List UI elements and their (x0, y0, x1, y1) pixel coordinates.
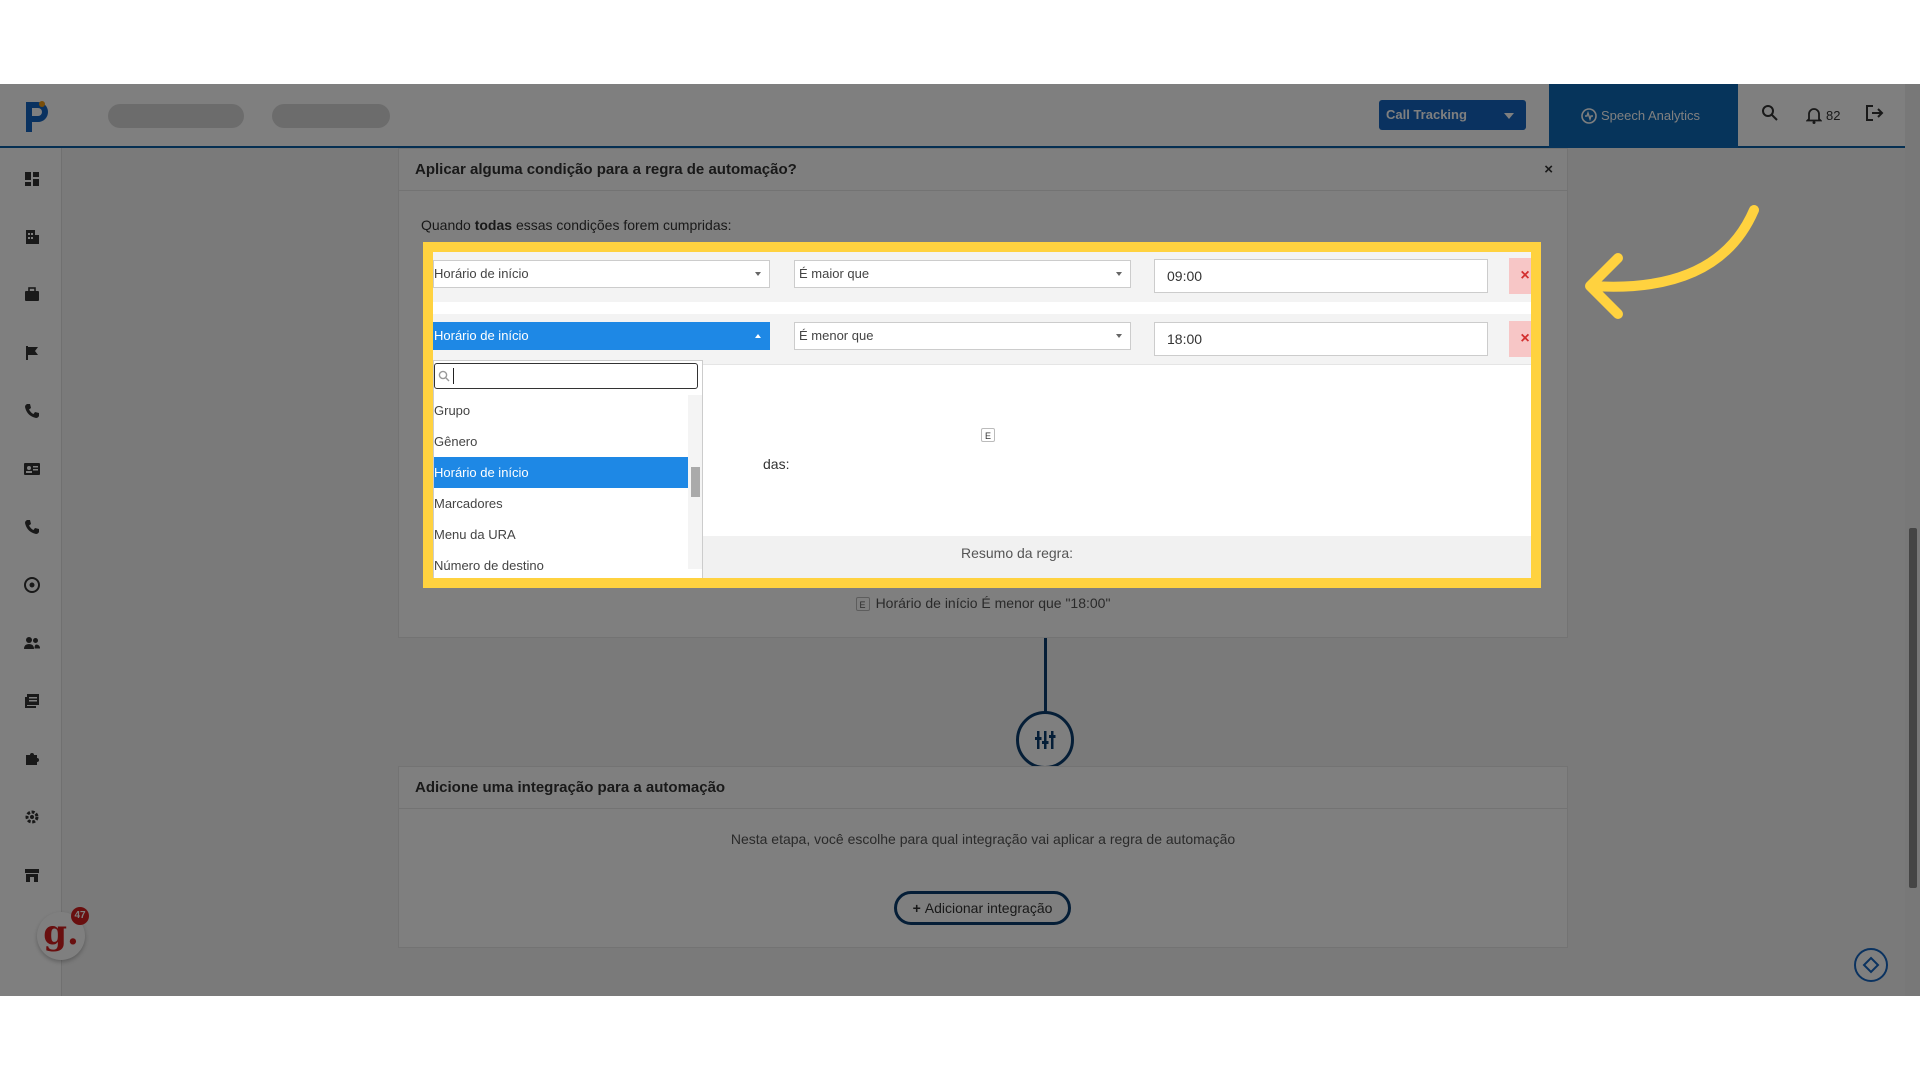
chevron-down-icon (1116, 334, 1122, 338)
flow-connector (1044, 638, 1047, 716)
library-icon[interactable] (23, 692, 41, 710)
notifications-count: 82 (1826, 108, 1841, 123)
operator-select-2-value: É menor que (799, 328, 874, 343)
and-badge: E (981, 428, 995, 442)
briefcase-icon[interactable] (23, 286, 41, 304)
delete-condition-button-1[interactable]: × (1509, 258, 1531, 294)
plus-icon: + (912, 900, 921, 916)
conditions-prefix: Quando (421, 217, 475, 233)
scrollbar-thumb[interactable] (1909, 528, 1917, 888)
summary-line-text: Horário de início É menor que "18:00" (875, 595, 1111, 611)
users-icon[interactable] (23, 634, 41, 652)
close-icon[interactable]: × (1544, 149, 1553, 191)
dropdown-option[interactable]: Gênero (434, 426, 688, 457)
field-select-1[interactable]: Horário de início (433, 260, 770, 288)
field-select-2[interactable]: Horário de início (433, 322, 770, 350)
phone-icon[interactable] (23, 518, 41, 536)
gear-icon[interactable] (23, 808, 41, 826)
conditions-sentence: Quando todas essas condições forem cumpr… (421, 217, 732, 233)
operator-select-1[interactable]: É maior que (794, 260, 1131, 288)
integration-card: Adicione uma integração para a automação… (398, 766, 1568, 948)
operator-select-2[interactable]: É menor que (794, 322, 1131, 350)
value-input-2[interactable]: 18:00 (1154, 322, 1488, 356)
dropdown-search-input[interactable] (434, 363, 698, 389)
dashboard-icon[interactable] (23, 170, 41, 188)
dropdown-option[interactable]: Marcadores (434, 488, 688, 519)
speech-analytics-tab[interactable]: Speech Analytics (1549, 84, 1738, 148)
delete-condition-button-2[interactable]: × (1509, 321, 1531, 357)
blurred-breadcrumb[interactable] (108, 104, 244, 128)
integration-description: Nesta etapa, você escolhe para qual inte… (730, 831, 1236, 847)
operator-select-1-value: É maior que (799, 266, 870, 281)
contact-card-icon[interactable] (23, 460, 41, 478)
highlight-frame: Horário de início É maior que 09:00 × Ho… (423, 242, 1541, 588)
store-icon[interactable] (23, 866, 41, 884)
integration-card-title: Adicione uma integração para a automação (415, 779, 726, 796)
phone-icon[interactable] (23, 402, 41, 420)
search-icon (438, 370, 450, 382)
text-cursor (453, 368, 454, 384)
condition-card-header: Aplicar alguma condição para a regra de … (399, 149, 1567, 191)
building-icon[interactable] (23, 228, 41, 246)
blurred-breadcrumb[interactable] (272, 104, 390, 128)
puzzle-icon[interactable] (23, 750, 41, 768)
annotation-arrow-icon (1585, 205, 1759, 319)
chevron-down-icon (1116, 272, 1122, 276)
dropdown-options: Grupo Gênero Horário de início Marcadore… (434, 395, 688, 578)
integration-card-header: Adicione uma integração para a automação (399, 767, 1567, 809)
brand-logo[interactable] (20, 96, 52, 136)
partial-text: das: (763, 456, 790, 472)
add-integration-button[interactable]: + Adicionar integração (894, 891, 1071, 925)
logout-icon[interactable] (1865, 104, 1885, 122)
chevron-down-icon (1504, 113, 1514, 119)
call-tracking-label: Call Tracking (1386, 107, 1467, 122)
speed-icon[interactable] (23, 576, 41, 594)
sliders-icon (1035, 731, 1056, 749)
dropdown-scrollbar[interactable] (688, 395, 702, 569)
bell-icon[interactable] (1806, 106, 1822, 124)
field-select-1-value: Horário de início (434, 266, 529, 281)
conditions-suffix: essas condições forem cumpridas: (512, 217, 732, 233)
page-scrollbar[interactable] (1905, 84, 1920, 996)
help-icon (1862, 956, 1880, 974)
app-screenshot: Call Tracking Speech Analytics 82 Aplica… (0, 84, 1920, 996)
help-button[interactable] (1854, 948, 1888, 982)
conditions-bold: todas (474, 217, 513, 233)
chevron-up-icon (755, 334, 761, 338)
summary-title: Resumo da regra: (960, 545, 1074, 561)
condition-card-title: Aplicar alguma condição para a regra de … (415, 161, 797, 178)
field-dropdown-panel: Grupo Gênero Horário de início Marcadore… (433, 360, 703, 578)
field-select-2-value: Horário de início (434, 328, 529, 343)
summary-line-2: E Horário de início É menor que "18:00" (399, 595, 1567, 612)
chevron-down-icon (755, 272, 761, 276)
sidebar (0, 148, 62, 996)
flag-icon[interactable] (23, 344, 41, 362)
call-tracking-dropdown[interactable]: Call Tracking (1379, 100, 1526, 130)
dropdown-option[interactable]: Menu da URA (434, 519, 688, 550)
integration-step-node (1016, 711, 1074, 769)
value-input-1[interactable]: 09:00 (1154, 259, 1488, 293)
search-icon[interactable] (1761, 104, 1779, 122)
add-integration-label: Adicionar integração (924, 900, 1053, 916)
speech-analytics-icon (1581, 108, 1597, 124)
top-bar: Call Tracking Speech Analytics 82 (0, 84, 1905, 148)
dropdown-option[interactable]: Grupo (434, 395, 688, 426)
dropdown-option-selected[interactable]: Horário de início (434, 457, 688, 488)
avatar-notification-badge: 47 (71, 907, 89, 925)
and-badge: E (855, 597, 870, 612)
dropdown-scroll-thumb[interactable] (691, 467, 700, 497)
dropdown-option[interactable]: Número de destino (434, 550, 688, 578)
speech-analytics-label: Speech Analytics (1601, 108, 1701, 123)
